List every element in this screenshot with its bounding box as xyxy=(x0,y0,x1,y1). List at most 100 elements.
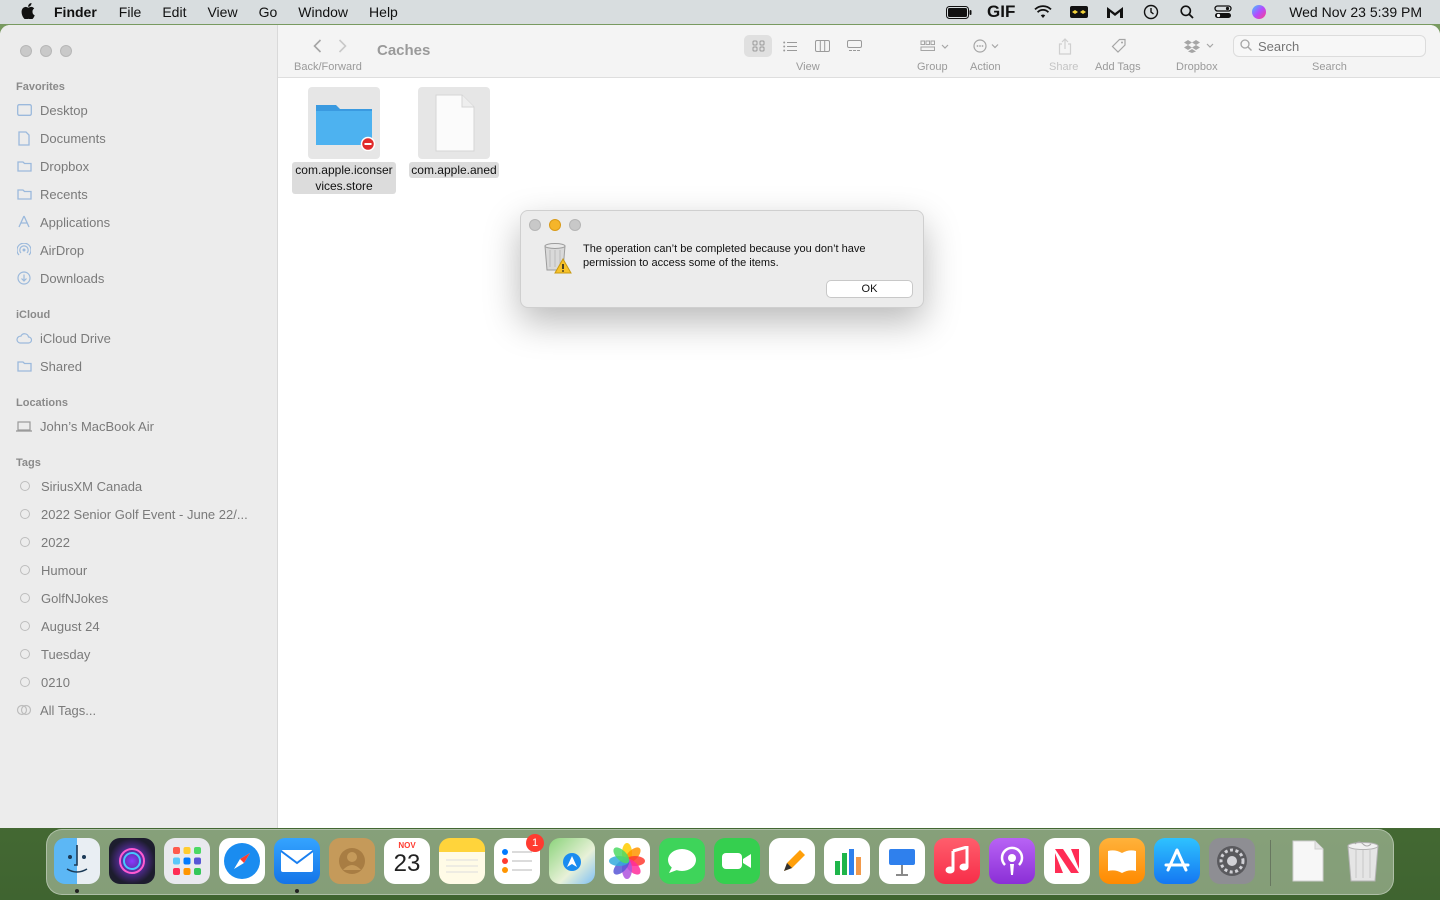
sidebar-icloud-header: iCloud xyxy=(16,309,51,321)
sidebar-item-label: Shared xyxy=(40,358,82,374)
app-store-icon[interactable] xyxy=(1154,838,1200,884)
window-controls xyxy=(20,45,72,57)
search-input[interactable] xyxy=(1258,38,1418,54)
group-button[interactable] xyxy=(918,35,952,57)
sidebar-item-shared[interactable]: Shared xyxy=(16,355,266,377)
sidebar-tag-item[interactable]: GolfNJokes xyxy=(16,587,266,609)
spotlight-icon[interactable] xyxy=(1169,0,1205,24)
gif-icon[interactable]: GIF xyxy=(977,0,1025,24)
share-button[interactable] xyxy=(1056,35,1074,57)
photos-icon[interactable] xyxy=(604,838,650,884)
messages-icon[interactable] xyxy=(659,838,705,884)
sidebar-item-dropbox[interactable]: Dropbox xyxy=(16,155,266,177)
time-machine-icon[interactable] xyxy=(1133,0,1169,24)
sidebar-item-downloads[interactable]: Downloads xyxy=(16,267,266,289)
books-icon[interactable] xyxy=(1099,838,1145,884)
launchpad-icon[interactable] xyxy=(164,838,210,884)
add-tags-button[interactable] xyxy=(1109,35,1129,57)
keynote-icon[interactable] xyxy=(879,838,925,884)
document-icon[interactable] xyxy=(1285,838,1331,884)
sidebar-item-label: Documents xyxy=(40,130,106,146)
file-item[interactable]: com.apple.iconservices.store xyxy=(292,87,396,195)
safari-icon[interactable] xyxy=(219,838,265,884)
finder-icon[interactable] xyxy=(54,838,100,884)
airdrop-icon xyxy=(16,242,32,258)
sidebar-item-label: All Tags... xyxy=(40,702,97,718)
sidebar-tag-item[interactable]: 2022 Senior Golf Event - June 22/... xyxy=(16,503,266,525)
sidebar-item-label: John’s MacBook Air xyxy=(40,418,154,434)
malwarebytes-icon[interactable] xyxy=(1097,0,1133,24)
apple-menu-icon[interactable] xyxy=(18,2,38,22)
close-dialog-button[interactable] xyxy=(529,219,541,231)
battery-icon[interactable] xyxy=(941,0,977,24)
trash-icon[interactable] xyxy=(1340,838,1386,884)
sidebar-locations-header: Locations xyxy=(16,397,68,409)
news-icon[interactable] xyxy=(1044,838,1090,884)
sidebar-tag-item[interactable]: Humour xyxy=(16,559,266,581)
column-view-button[interactable] xyxy=(808,35,836,57)
sidebar-item-documents[interactable]: Documents xyxy=(16,127,266,149)
contacts-icon[interactable] xyxy=(329,838,375,884)
icon-view-button[interactable] xyxy=(744,35,772,57)
sidebar-item-label: Downloads xyxy=(40,270,105,286)
music-icon[interactable] xyxy=(934,838,980,884)
menu-help[interactable]: Help xyxy=(369,4,398,20)
search-field[interactable] xyxy=(1233,35,1426,57)
control-center-icon[interactable] xyxy=(1205,0,1241,24)
folder-restricted-icon xyxy=(308,87,380,159)
sidebar-tag-item[interactable]: SiriusXM Canada xyxy=(16,475,266,497)
pages-icon[interactable] xyxy=(769,838,815,884)
wifi-icon[interactable] xyxy=(1025,0,1061,24)
gallery-view-button[interactable] xyxy=(840,35,868,57)
facetime-icon[interactable] xyxy=(714,838,760,884)
siri-icon[interactable] xyxy=(1241,0,1277,24)
menu-view[interactable]: View xyxy=(207,4,237,20)
dropbox-status-icon[interactable] xyxy=(1061,0,1097,24)
sidebar-tag-item[interactable]: 0210 xyxy=(16,671,266,693)
menu-file[interactable]: File xyxy=(119,4,142,20)
reminders-icon[interactable]: 1 xyxy=(494,834,544,884)
calendar-icon[interactable]: NOV 23 xyxy=(384,838,430,884)
document-icon xyxy=(16,130,32,146)
list-view-button[interactable] xyxy=(776,35,804,57)
sidebar-item-macbook[interactable]: John’s MacBook Air xyxy=(16,415,266,437)
dialog-window-controls xyxy=(529,219,581,231)
sidebar-item-desktop[interactable]: Desktop xyxy=(16,99,266,121)
menu-window[interactable]: Window xyxy=(298,4,348,20)
shared-folder-icon xyxy=(16,358,32,374)
sidebar-tag-item[interactable]: 2022 xyxy=(16,531,266,553)
sidebar-tag-item[interactable]: August 24 xyxy=(16,615,266,637)
sidebar-item-icloud-drive[interactable]: iCloud Drive xyxy=(16,327,266,349)
menu-bar-clock[interactable]: Wed Nov 23 5:39 PM xyxy=(1289,4,1422,20)
sidebar-item-applications[interactable]: Applications xyxy=(16,211,266,233)
file-item[interactable]: com.apple.aned xyxy=(402,87,506,179)
menu-edit[interactable]: Edit xyxy=(162,4,186,20)
system-preferences-icon[interactable] xyxy=(1209,838,1255,884)
action-button[interactable] xyxy=(972,35,1004,57)
dropbox-label: Dropbox xyxy=(1176,61,1218,73)
sidebar-item-airdrop[interactable]: AirDrop xyxy=(16,239,266,261)
sidebar-all-tags[interactable]: All Tags... xyxy=(16,699,266,721)
sidebar-item-recents[interactable]: Recents xyxy=(16,183,266,205)
menu-go[interactable]: Go xyxy=(259,4,278,20)
zoom-window-button[interactable] xyxy=(60,45,72,57)
minimize-window-button[interactable] xyxy=(40,45,52,57)
siri-icon[interactable] xyxy=(109,838,155,884)
sidebar-tag-item[interactable]: Tuesday xyxy=(16,643,266,665)
ok-button[interactable]: OK xyxy=(826,280,913,298)
forward-button[interactable] xyxy=(334,37,350,55)
menu-finder[interactable]: Finder xyxy=(54,4,97,20)
zoom-dialog-button[interactable] xyxy=(569,219,581,231)
podcasts-icon[interactable] xyxy=(989,838,1035,884)
tag-circle-icon xyxy=(20,649,30,659)
back-button[interactable] xyxy=(309,37,325,55)
cloud-icon xyxy=(16,330,32,346)
numbers-icon[interactable] xyxy=(824,838,870,884)
minimize-dialog-button[interactable] xyxy=(549,219,561,231)
maps-icon[interactable] xyxy=(549,838,595,884)
dropbox-button[interactable] xyxy=(1182,35,1218,57)
notes-icon[interactable] xyxy=(439,838,485,884)
mail-icon[interactable] xyxy=(274,838,320,884)
sidebar-tags-header: Tags xyxy=(16,457,41,469)
close-window-button[interactable] xyxy=(20,45,32,57)
